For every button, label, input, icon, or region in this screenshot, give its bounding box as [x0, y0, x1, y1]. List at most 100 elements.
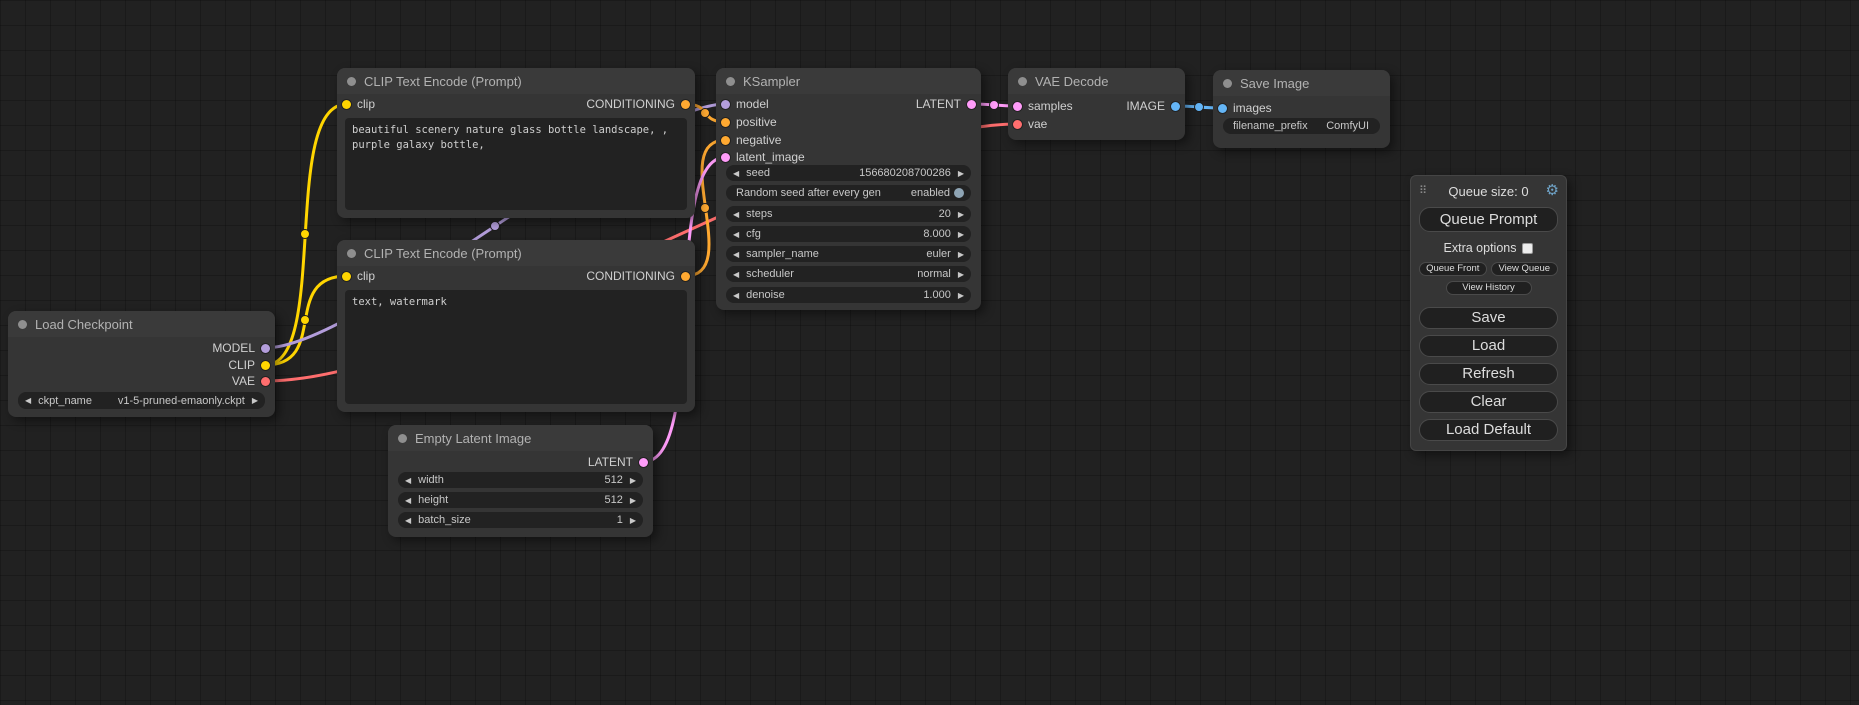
images-input-dot[interactable]	[1218, 104, 1227, 113]
latent-output-dot[interactable]	[967, 100, 976, 109]
extra-options-label: Extra options	[1444, 241, 1517, 255]
collapse-dot-icon[interactable]	[398, 434, 407, 443]
prompt-text-area[interactable]: text, watermark	[345, 290, 687, 404]
node-vae-decode[interactable]: VAE Decode samples IMAGE vae	[1008, 68, 1185, 140]
node-title: VAE Decode	[1035, 74, 1108, 89]
node-title-bar[interactable]: VAE Decode	[1008, 68, 1185, 94]
collapse-dot-icon[interactable]	[347, 249, 356, 258]
queue-prompt-button[interactable]: Queue Prompt	[1419, 207, 1558, 232]
conditioning-output-dot[interactable]	[681, 272, 690, 281]
node-title-bar[interactable]: CLIP Text Encode (Prompt)	[337, 240, 695, 266]
arrow-left-icon[interactable]: ◀	[405, 496, 411, 505]
node-title: Empty Latent Image	[415, 431, 531, 446]
slot-label: CONDITIONING	[586, 97, 675, 111]
steps-widget[interactable]: ◀ steps 20 ▶	[726, 206, 971, 222]
load-default-button[interactable]: Load Default	[1419, 419, 1558, 441]
drag-handle-icon[interactable]: ⠿	[1419, 184, 1427, 197]
view-history-button[interactable]: View History	[1446, 281, 1532, 295]
collapse-dot-icon[interactable]	[1018, 77, 1027, 86]
arrow-left-icon[interactable]: ◀	[733, 250, 739, 259]
input-slot-latent-image: latent_image	[716, 149, 981, 165]
load-button[interactable]: Load	[1419, 335, 1558, 357]
width-widget[interactable]: ◀ width 512 ▶	[398, 472, 643, 488]
widget-label: Random seed after every gen	[736, 187, 911, 199]
node-title-bar[interactable]: Save Image	[1213, 70, 1390, 96]
input-slot-images: images	[1213, 100, 1390, 116]
arrow-left-icon[interactable]: ◀	[733, 230, 739, 239]
arrow-right-icon[interactable]: ▶	[958, 230, 964, 239]
image-output-dot[interactable]	[1171, 102, 1180, 111]
output-slot-conditioning: CONDITIONING	[337, 96, 695, 112]
scheduler-widget[interactable]: ◀ scheduler normal ▶	[726, 266, 971, 282]
collapse-dot-icon[interactable]	[18, 320, 27, 329]
collapse-dot-icon[interactable]	[726, 77, 735, 86]
slot-label: IMAGE	[1126, 99, 1165, 113]
arrow-left-icon[interactable]: ◀	[25, 396, 31, 405]
prompt-text-area[interactable]: beautiful scenery nature glass bottle la…	[345, 118, 687, 210]
arrow-right-icon[interactable]: ▶	[630, 496, 636, 505]
widget-value: v1-5-pruned-emaonly.ckpt	[118, 395, 245, 407]
latent-image-input-dot[interactable]	[721, 153, 730, 162]
node-title-bar[interactable]: KSampler	[716, 68, 981, 94]
height-widget[interactable]: ◀ height 512 ▶	[398, 492, 643, 508]
widget-value: 8.000	[923, 228, 951, 240]
arrow-right-icon[interactable]: ▶	[252, 396, 258, 405]
queue-front-button[interactable]: Queue Front	[1419, 262, 1487, 276]
negative-input-dot[interactable]	[721, 136, 730, 145]
arrow-right-icon[interactable]: ▶	[630, 516, 636, 525]
node-title: Load Checkpoint	[35, 317, 133, 332]
sampler-name-widget[interactable]: ◀ sampler_name euler ▶	[726, 246, 971, 262]
clip-output-dot[interactable]	[261, 361, 270, 370]
arrow-right-icon[interactable]: ▶	[958, 291, 964, 300]
node-title-bar[interactable]: CLIP Text Encode (Prompt)	[337, 68, 695, 94]
slot-label: CLIP	[228, 358, 255, 372]
extra-options-row: Extra options	[1411, 241, 1566, 255]
queue-panel-header: ⠿ Queue size: 0 ⚙	[1411, 176, 1566, 200]
arrow-left-icon[interactable]: ◀	[733, 291, 739, 300]
toggle-dot-icon[interactable]	[954, 188, 964, 198]
model-output-dot[interactable]	[261, 344, 270, 353]
arrow-left-icon[interactable]: ◀	[733, 270, 739, 279]
refresh-button[interactable]: Refresh	[1419, 363, 1558, 385]
node-title-bar[interactable]: Empty Latent Image	[388, 425, 653, 451]
latent-output-dot[interactable]	[639, 458, 648, 467]
node-save-image[interactable]: Save Image images filename_prefix ComfyU…	[1213, 70, 1390, 148]
vae-output-dot[interactable]	[261, 377, 270, 386]
node-clip-text-encode-negative[interactable]: CLIP Text Encode (Prompt) clip CONDITION…	[337, 240, 695, 412]
filename-prefix-widget[interactable]: filename_prefix ComfyUI	[1223, 118, 1380, 134]
seed-widget[interactable]: ◀ seed 156680208700286 ▶	[726, 165, 971, 181]
save-button[interactable]: Save	[1419, 307, 1558, 329]
widget-value: normal	[917, 268, 951, 280]
arrow-right-icon[interactable]: ▶	[958, 210, 964, 219]
settings-gear-icon[interactable]: ⚙	[1546, 181, 1559, 199]
arrow-left-icon[interactable]: ◀	[405, 516, 411, 525]
conditioning-output-dot[interactable]	[681, 100, 690, 109]
collapse-dot-icon[interactable]	[1223, 79, 1232, 88]
arrow-right-icon[interactable]: ▶	[958, 270, 964, 279]
node-ksampler[interactable]: KSampler model LATENT positive negative …	[716, 68, 981, 310]
vae-input-dot[interactable]	[1013, 120, 1022, 129]
node-title-bar[interactable]: Load Checkpoint	[8, 311, 275, 337]
extra-options-checkbox[interactable]	[1522, 243, 1533, 254]
arrow-left-icon[interactable]: ◀	[733, 169, 739, 178]
node-empty-latent-image[interactable]: Empty Latent Image LATENT ◀ width 512 ▶ …	[388, 425, 653, 537]
arrow-right-icon[interactable]: ▶	[630, 476, 636, 485]
denoise-widget[interactable]: ◀ denoise 1.000 ▶	[726, 287, 971, 303]
arrow-left-icon[interactable]: ◀	[405, 476, 411, 485]
cfg-widget[interactable]: ◀ cfg 8.000 ▶	[726, 226, 971, 242]
random-seed-widget[interactable]: Random seed after every gen enabled	[726, 185, 971, 201]
arrow-right-icon[interactable]: ▶	[958, 169, 964, 178]
node-graph-canvas[interactable]: Load Checkpoint MODEL CLIP VAE ◀ ckpt_na…	[0, 0, 1859, 705]
widget-label: denoise	[746, 289, 923, 301]
positive-input-dot[interactable]	[721, 118, 730, 127]
node-title: CLIP Text Encode (Prompt)	[364, 246, 522, 261]
view-queue-button[interactable]: View Queue	[1491, 262, 1559, 276]
ckpt-name-widget[interactable]: ◀ ckpt_name v1-5-pruned-emaonly.ckpt ▶	[18, 392, 265, 409]
batch-size-widget[interactable]: ◀ batch_size 1 ▶	[398, 512, 643, 528]
node-load-checkpoint[interactable]: Load Checkpoint MODEL CLIP VAE ◀ ckpt_na…	[8, 311, 275, 417]
arrow-right-icon[interactable]: ▶	[958, 250, 964, 259]
clear-button[interactable]: Clear	[1419, 391, 1558, 413]
arrow-left-icon[interactable]: ◀	[733, 210, 739, 219]
node-clip-text-encode-positive[interactable]: CLIP Text Encode (Prompt) clip CONDITION…	[337, 68, 695, 218]
collapse-dot-icon[interactable]	[347, 77, 356, 86]
